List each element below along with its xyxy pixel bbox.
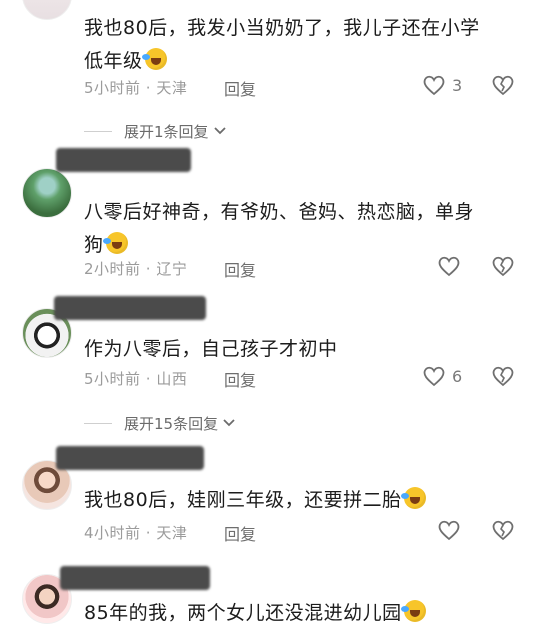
username-redacted: [56, 148, 191, 172]
dislike-button[interactable]: [491, 255, 515, 281]
comment-text: 我也80后，娃刚三年级，还要拼二胎: [84, 484, 524, 517]
like-count: 3: [452, 75, 463, 95]
divider: [84, 131, 112, 132]
broken-heart-icon: [492, 75, 514, 96]
expand-replies-button[interactable]: 展开15条回复: [84, 413, 236, 434]
heart-outline-icon: [423, 366, 445, 387]
like-count: 6: [452, 366, 463, 386]
username-redacted: [56, 446, 204, 470]
expand-replies-button[interactable]: 展开1条回复: [84, 121, 227, 142]
comment-meta: 5小时前 · 天津: [84, 79, 188, 97]
broken-heart-icon: [492, 256, 514, 277]
reply-button[interactable]: 回复: [224, 521, 256, 545]
comment-text: 我也80后，我发小当奶奶了，我儿子还在小学 低年级: [84, 17, 480, 72]
broken-heart-icon: [492, 366, 514, 387]
laughing-crying-emoji-icon: [141, 48, 167, 70]
comment-text: 八零后好神奇，有爷奶、爸妈、热恋脑，单身 狗: [84, 201, 475, 256]
like-button[interactable]: 6: [422, 365, 462, 387]
broken-heart-icon: [492, 520, 514, 541]
comment-meta: 4小时前 · 天津: [84, 524, 188, 542]
divider: [84, 423, 112, 424]
heart-outline-icon: [423, 75, 445, 96]
laughing-crying-emoji-icon: [102, 232, 128, 254]
avatar[interactable]: [22, 0, 72, 20]
like-button[interactable]: [437, 255, 461, 277]
reply-button[interactable]: 回复: [224, 76, 256, 100]
dislike-button[interactable]: [491, 519, 515, 545]
comment-text: 作为八零后，自己孩子才初中: [84, 338, 338, 360]
like-button[interactable]: 3: [422, 74, 462, 96]
dislike-button[interactable]: [491, 74, 515, 100]
laughing-crying-emoji-icon: [400, 600, 426, 622]
heart-outline-icon: [438, 520, 460, 541]
comment-meta: 5小时前 · 山西: [84, 370, 188, 388]
comment-text: 85年的我，两个女儿还没混进幼儿园: [84, 597, 524, 630]
chevron-down-icon: [222, 416, 236, 432]
username-redacted: [54, 296, 206, 320]
like-button[interactable]: [437, 519, 461, 541]
reply-button[interactable]: 回复: [224, 257, 256, 281]
dislike-button[interactable]: [491, 365, 515, 391]
comment-meta: 2小时前 · 辽宁: [84, 260, 188, 278]
username-redacted: [60, 566, 210, 590]
chevron-down-icon: [213, 124, 227, 140]
avatar[interactable]: [22, 168, 72, 218]
reply-button[interactable]: 回复: [224, 367, 256, 391]
heart-outline-icon: [438, 256, 460, 277]
laughing-crying-emoji-icon: [400, 487, 426, 509]
